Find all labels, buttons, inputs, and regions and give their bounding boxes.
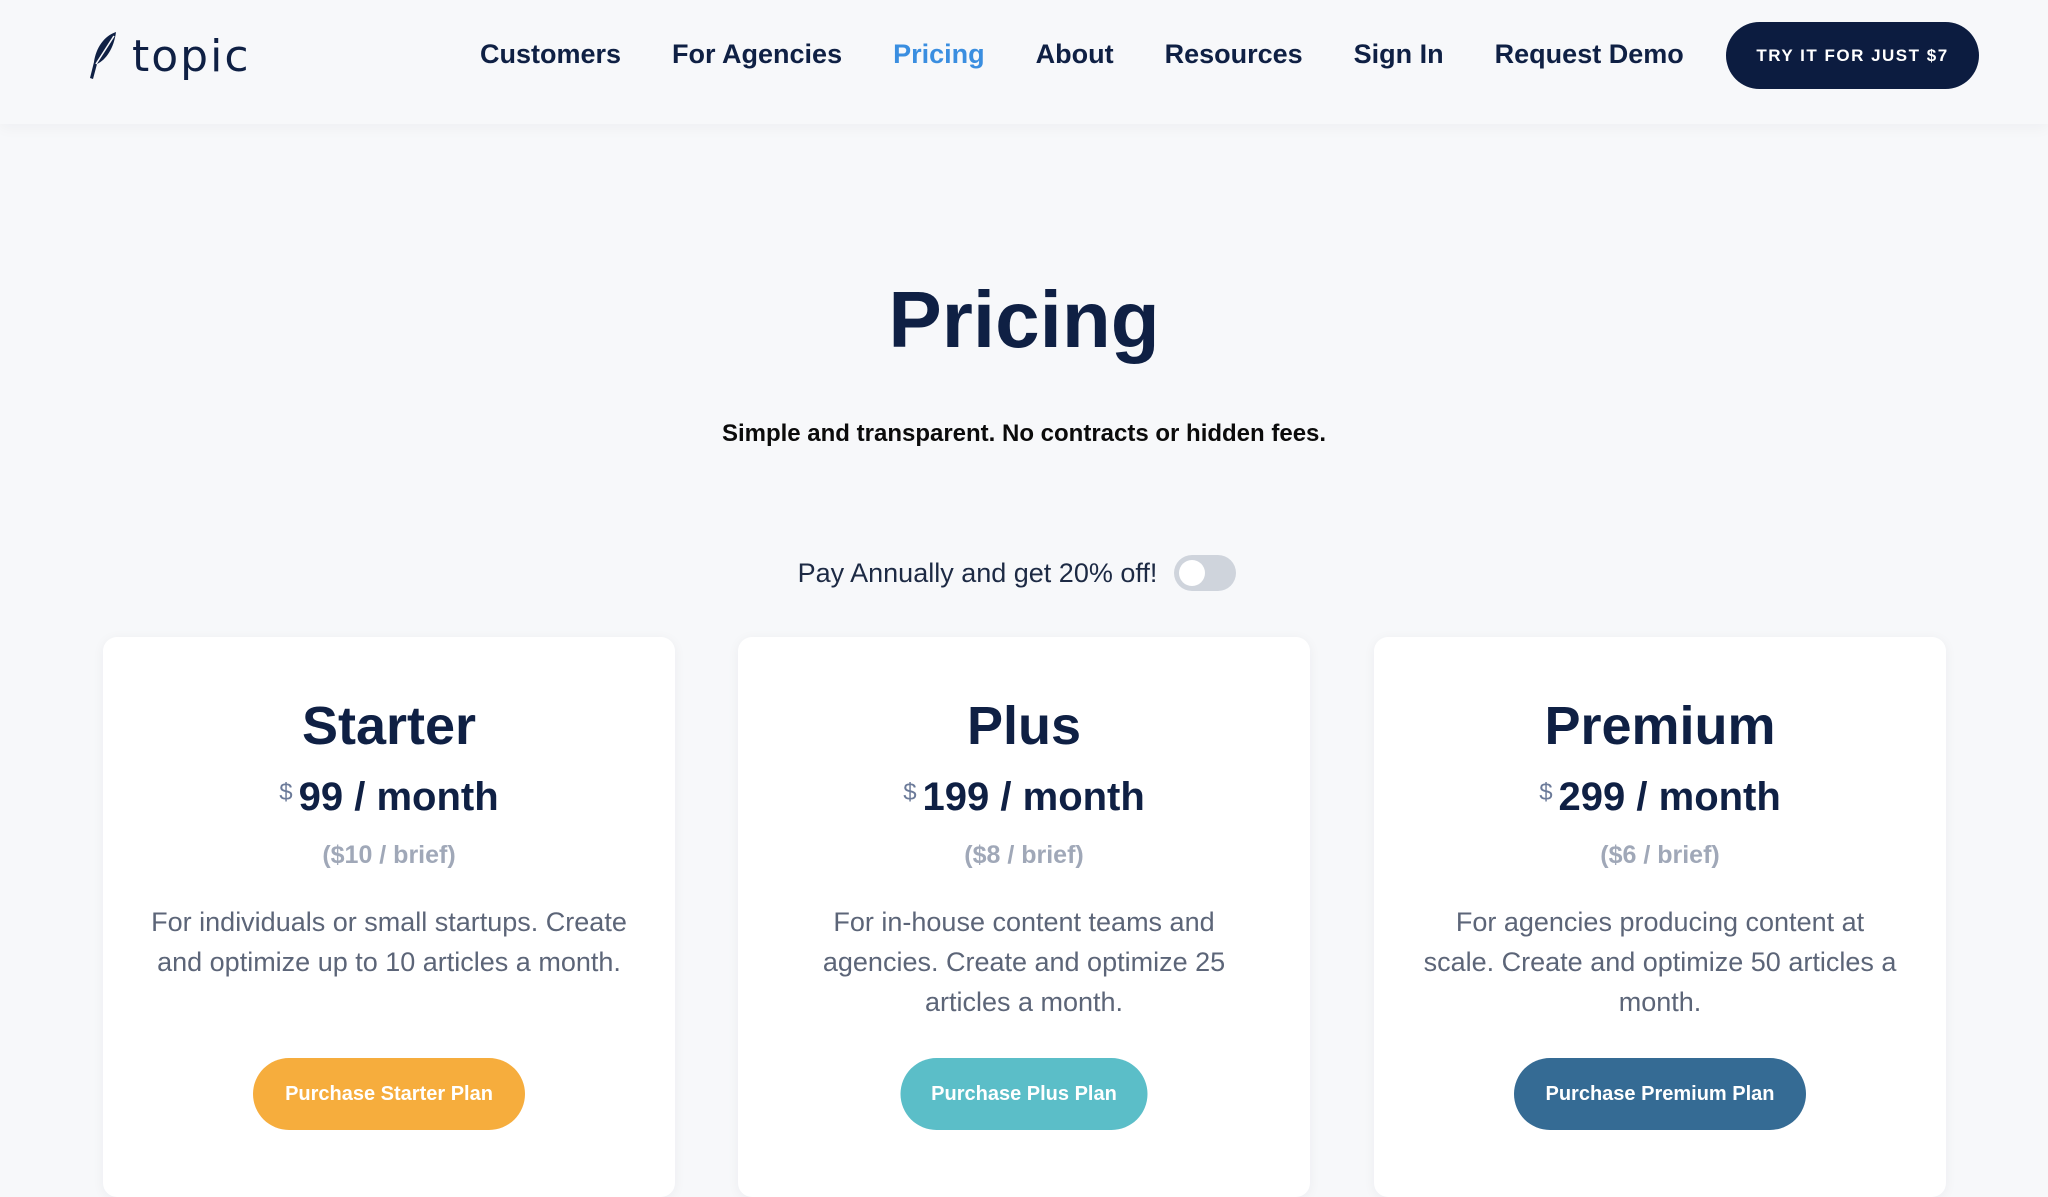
currency-symbol: $ [903, 779, 917, 806]
purchase-starter-button[interactable]: Purchase Starter Plan [253, 1058, 525, 1130]
price-per-brief: ($10 / brief) [322, 841, 456, 869]
purchase-plus-button[interactable]: Purchase Plus Plan [900, 1058, 1148, 1130]
plan-price: $ 99 / month [103, 775, 675, 819]
currency-symbol: $ [1539, 779, 1553, 806]
try-it-button[interactable]: TRY IT FOR JUST $7 [1726, 22, 1979, 89]
plan-price: $ 199 / month [738, 775, 1310, 819]
price-amount: 299 / month [1558, 775, 1781, 819]
main-nav: Customers For Agencies Pricing About Res… [480, 34, 1735, 74]
price-per-brief: ($6 / brief) [1600, 841, 1720, 869]
price-per-brief: ($8 / brief) [964, 841, 1084, 869]
nav-item-customers[interactable]: Customers [480, 39, 621, 70]
nav-item-resources[interactable]: Resources [1165, 39, 1303, 70]
purchase-premium-button[interactable]: Purchase Premium Plan [1514, 1058, 1806, 1130]
currency-symbol: $ [279, 779, 293, 806]
plan-card-premium: Premium $ 299 / month ($6 / brief) For a… [1374, 637, 1946, 1197]
brand-name: topic [132, 30, 251, 82]
plan-description: For in-house content teams and agencies.… [822, 907, 1226, 1017]
plan-card-plus: Plus $ 199 / month ($8 / brief) For in-h… [738, 637, 1310, 1197]
price-amount: 199 / month [922, 775, 1145, 819]
billing-toggle-row: Pay Annually and get 20% off! [0, 553, 2048, 593]
price-amount: 99 / month [298, 775, 499, 819]
plan-description: For individuals or small startups. Creat… [151, 907, 627, 977]
logo[interactable]: topic [84, 28, 251, 84]
feather-quill-icon [90, 32, 116, 79]
annual-billing-toggle[interactable] [1174, 555, 1237, 591]
plan-card-starter: Starter $ 99 / month ($10 / brief) For i… [103, 637, 675, 1197]
nav-item-sign-in[interactable]: Sign In [1354, 39, 1444, 70]
plan-name: Plus [966, 696, 1082, 756]
billing-toggle-label: Pay Annually and get 20% off! [797, 557, 1158, 588]
nav-item-for-agencies[interactable]: For Agencies [672, 39, 842, 70]
site-header: topic Customers For Agencies Pricing Abo… [0, 0, 2048, 124]
plan-name: Starter [301, 696, 477, 756]
nav-item-request-demo[interactable]: Request Demo [1495, 39, 1684, 70]
nav-item-pricing[interactable]: Pricing [893, 39, 985, 70]
page-subtitle: Simple and transparent. No contracts or … [721, 420, 1327, 447]
plan-price: $ 299 / month [1374, 775, 1946, 819]
nav-item-about[interactable]: About [1036, 39, 1114, 70]
page-title: Pricing [888, 275, 1160, 364]
plan-name: Premium [1544, 696, 1776, 756]
toggle-knob [1179, 560, 1206, 586]
plan-description: For agencies producing content at scale.… [1423, 907, 1897, 1017]
